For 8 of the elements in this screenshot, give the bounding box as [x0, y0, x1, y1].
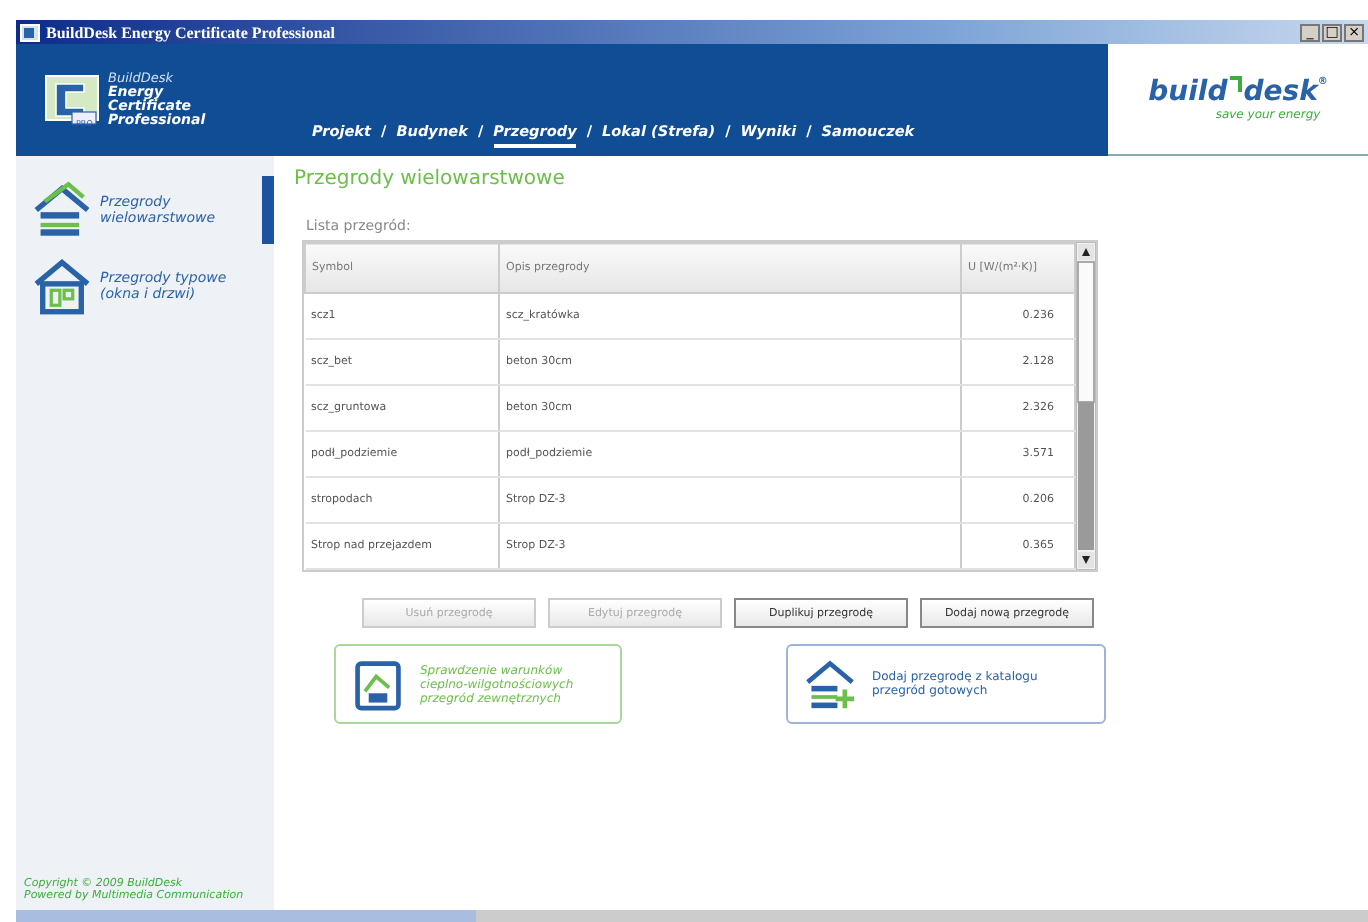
house-plus-icon: [804, 656, 856, 712]
layered-wall-icon: [32, 180, 92, 240]
app-icon: [20, 23, 40, 41]
builddesk-logo: build desk$^{®}$: [1148, 76, 1328, 108]
certificate-logo-icon: [44, 72, 100, 128]
section-title: Przegrody wielowarstwowe: [294, 168, 567, 190]
window-title: BuildDesk Energy Certificate Professional: [46, 23, 338, 41]
house-icon: [32, 256, 92, 316]
